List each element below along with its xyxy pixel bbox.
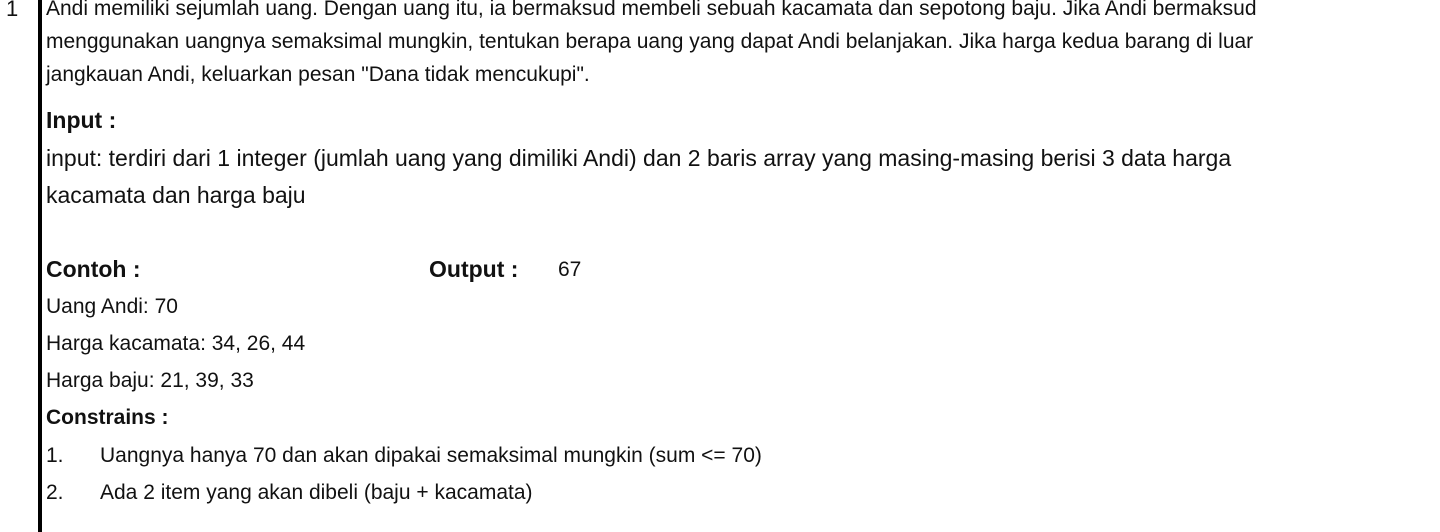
description-line-2: menggunakan uangnya semaksimal mungkin, … xyxy=(46,30,1254,53)
output-label: Output : xyxy=(429,256,519,282)
description-line-1: Andi memiliki sejumlah uang. Dengan uang… xyxy=(46,0,1257,20)
row-number: 1 xyxy=(6,0,19,21)
input-heading: Input : xyxy=(46,107,117,133)
input-text-line-1: input: terdiri dari 1 integer (jumlah ua… xyxy=(46,145,1232,171)
constraint-text: Uangnya hanya 70 dan akan dipakai semaks… xyxy=(100,444,762,467)
constraint-number: 1. xyxy=(46,444,64,467)
constraint-text: Ada 2 item yang akan dibeli (baju + kaca… xyxy=(100,481,533,504)
constraints-heading: Constrains : xyxy=(46,406,169,429)
constraint-number: 2. xyxy=(46,481,64,504)
example-line-3: Harga baju: 21, 39, 33 xyxy=(46,369,254,392)
example-heading: Contoh : xyxy=(46,256,141,282)
input-text-line-2: kacamata dan harga baju xyxy=(46,182,306,208)
example-line-2: Harga kacamata: 34, 26, 44 xyxy=(46,332,306,355)
example-line-1: Uang Andi: 70 xyxy=(46,295,178,318)
description-line-3: jangkauan Andi, keluarkan pesan "Dana ti… xyxy=(46,63,590,86)
output-value: 67 xyxy=(558,258,582,281)
cell-left-border xyxy=(38,0,42,532)
